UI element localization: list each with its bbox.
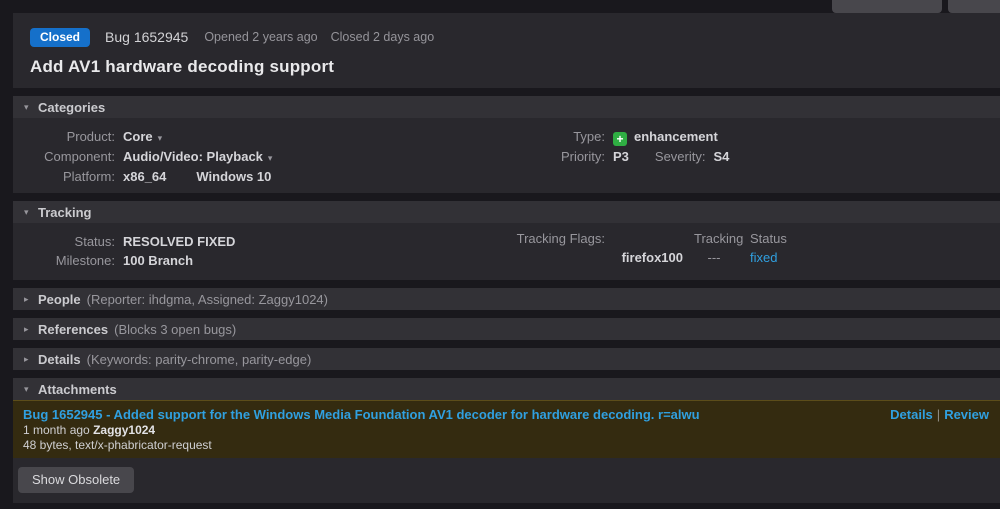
attachment-size-mime: 48 bytes, text/x-phabricator-request	[23, 438, 990, 453]
people-summary: (Reporter: ihdgma, Assigned: Zaggy1024)	[87, 292, 328, 307]
status-value: RESOLVED FIXED	[123, 234, 235, 250]
milestone-label: Milestone:	[13, 253, 115, 269]
platform-value: x86_64	[123, 169, 166, 185]
link-separator: |	[937, 407, 940, 422]
enhancement-icon: +	[613, 132, 627, 146]
collapse-icon: ▾	[24, 102, 38, 113]
toolbar-button-left[interactable]	[832, 0, 942, 13]
flags-status-column-header: Status	[750, 231, 787, 247]
attachment-row: Bug 1652945 - Added support for the Wind…	[13, 400, 1000, 458]
tracking-label: Tracking	[38, 205, 91, 220]
opened-timestamp: Opened 2 years ago	[204, 30, 317, 44]
attachments-module: ▾ Attachments Bug 1652945 - Added suppor…	[13, 378, 1000, 503]
categories-label: Categories	[38, 100, 105, 115]
expand-icon: ▸	[24, 324, 38, 335]
attachments-label: Attachments	[38, 382, 117, 397]
categories-right-column: Type: +enhancement Priority: P3 Severity…	[490, 126, 729, 168]
closed-timestamp: Closed 2 days ago	[331, 30, 435, 44]
component-dropdown[interactable]: Audio/Video: Playback▾	[123, 149, 272, 166]
component-label: Component:	[13, 149, 115, 166]
priority-severity-row: Priority: P3 Severity: S4	[490, 149, 729, 165]
categories-header[interactable]: ▾ Categories	[13, 96, 1000, 118]
attachments-header[interactable]: ▾ Attachments	[13, 378, 1000, 400]
os-value: Windows 10	[196, 169, 271, 185]
references-header[interactable]: ▸ References (Blocks 3 open bugs)	[13, 318, 1000, 340]
bug-page: Closed Bug 1652945 Opened 2 years ago Cl…	[13, 13, 1000, 503]
type-row: Type: +enhancement	[490, 129, 729, 146]
chevron-down-icon: ▾	[158, 133, 163, 143]
tracking-flags-label: Tracking Flags:	[490, 231, 605, 247]
attachment-details-link[interactable]: Details	[890, 407, 933, 422]
people-header[interactable]: ▸ People (Reporter: ihdgma, Assigned: Za…	[13, 288, 1000, 310]
severity-value: S4	[713, 149, 729, 165]
people-label: People	[38, 292, 81, 307]
collapse-icon: ▾	[24, 207, 38, 218]
priority-label: Priority:	[490, 149, 605, 165]
references-summary: (Blocks 3 open bugs)	[114, 322, 236, 337]
attachment-author[interactable]: Zaggy1024	[93, 423, 155, 437]
tracking-body: Status: RESOLVED FIXED Milestone: 100 Br…	[13, 223, 1000, 280]
type-label: Type:	[490, 129, 605, 146]
categories-body: Product: Core▾ Component: Audio/Video: P…	[13, 118, 1000, 193]
show-obsolete-button[interactable]: Show Obsolete	[18, 467, 134, 493]
bug-summary-header: Closed Bug 1652945 Opened 2 years ago Cl…	[13, 13, 1000, 88]
attachment-review-link[interactable]: Review	[944, 407, 989, 422]
chevron-down-icon: ▾	[268, 153, 273, 163]
flag-tracking-value: ---	[694, 250, 734, 266]
flags-tracking-column-header: Tracking	[694, 231, 743, 247]
tracking-header[interactable]: ▾ Tracking	[13, 201, 1000, 223]
flag-name: firefox100	[490, 250, 683, 266]
top-toolbar	[0, 0, 1000, 13]
product-dropdown[interactable]: Core▾	[123, 129, 162, 146]
categories-module: ▾ Categories Product: Core▾ Component: A…	[13, 96, 1000, 193]
tracking-flags-table: Tracking Flags: Tracking Status firefox1…	[490, 231, 870, 269]
collapse-icon: ▾	[24, 384, 38, 395]
platform-row: Platform: x86_64 Windows 10	[13, 169, 1000, 185]
attachment-age: 1 month ago	[23, 423, 90, 437]
platform-label: Platform:	[13, 169, 115, 185]
bug-status-row: Closed Bug 1652945 Opened 2 years ago Cl…	[30, 26, 983, 48]
priority-value: P3	[613, 149, 629, 165]
severity-label: Severity:	[655, 149, 706, 165]
tracking-module: ▾ Tracking Status: RESOLVED FIXED Milest…	[13, 201, 1000, 280]
attachments-footer: Show Obsolete	[13, 458, 1000, 503]
details-summary: (Keywords: parity-chrome, parity-edge)	[87, 352, 312, 367]
bug-id: Bug 1652945	[105, 29, 188, 45]
attachment-title-link[interactable]: Bug 1652945 - Added support for the Wind…	[23, 407, 700, 422]
references-label: References	[38, 322, 108, 337]
status-badge: Closed	[30, 28, 90, 47]
flag-status-link[interactable]: fixed	[750, 250, 777, 265]
page-title: Add AV1 hardware decoding support	[30, 57, 983, 77]
toolbar-button-right[interactable]	[948, 0, 1000, 13]
type-value: +enhancement	[613, 129, 718, 146]
status-label: Status:	[13, 234, 115, 250]
expand-icon: ▸	[24, 294, 38, 305]
milestone-value: 100 Branch	[123, 253, 193, 269]
details-label: Details	[38, 352, 81, 367]
details-header[interactable]: ▸ Details (Keywords: parity-chrome, pari…	[13, 348, 1000, 370]
expand-icon: ▸	[24, 354, 38, 365]
product-label: Product:	[13, 129, 115, 146]
